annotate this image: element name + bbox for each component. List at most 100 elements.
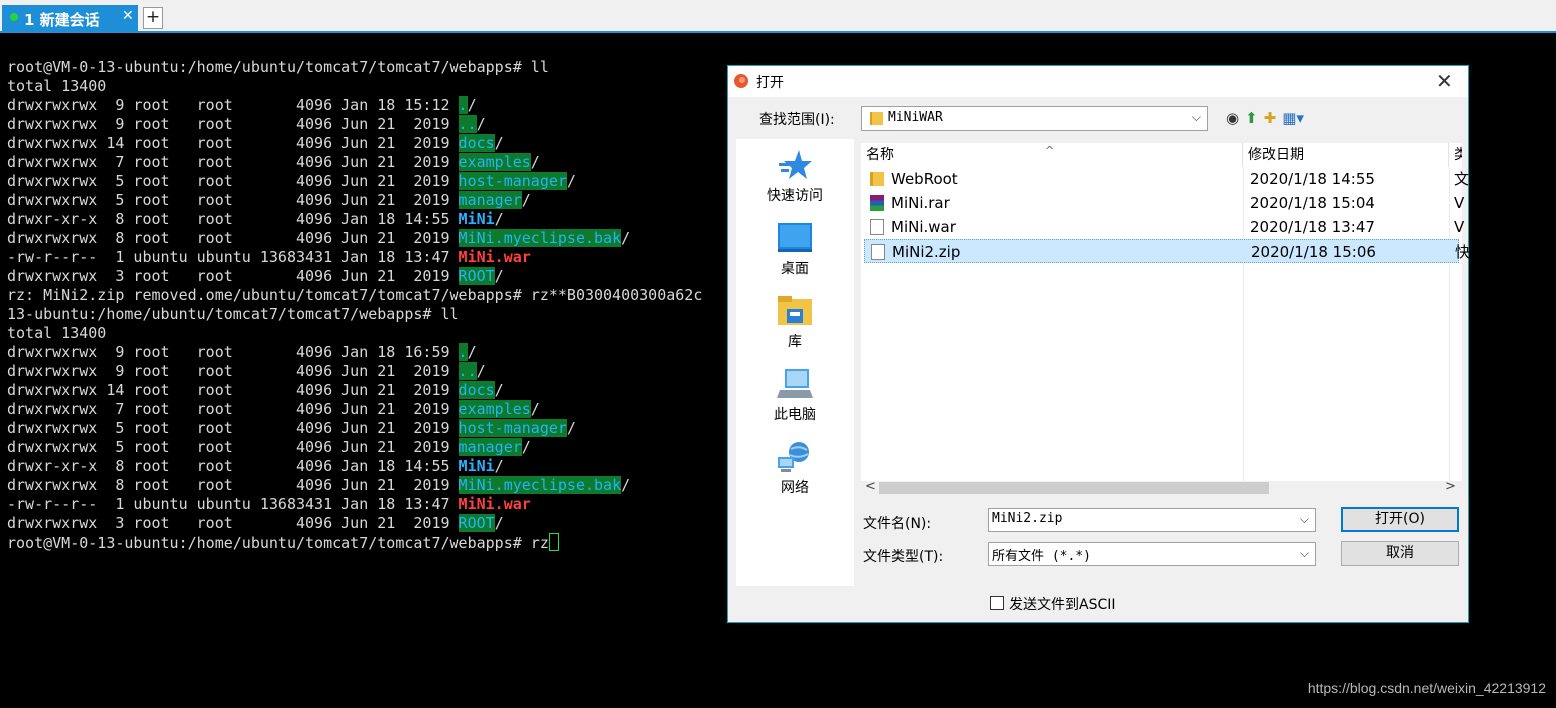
terminal-text: drwxrwxrwx 3 root root 4096 Jun 21 2019 [7,514,459,532]
file-row[interactable]: MiNi2.zip 2020/1/18 15:06 快 [864,239,1470,263]
send-ascii-checkbox[interactable] [990,596,1004,610]
terminal-line: drwxrwxrwx 3 root root 4096 Jun 21 2019 … [7,514,702,533]
dialog-titlebar[interactable]: 打开 ✕ [728,66,1468,97]
terminal-line: drwxrwxrwx 9 root root 4096 Jan 18 16:59… [7,343,702,362]
desktop-icon [777,222,813,254]
terminal-line: -rw-r--r-- 1 ubuntu ubuntu 13683431 Jan … [7,248,702,267]
file-type: V [1454,194,1465,212]
tab-close-icon[interactable]: ✕ [122,8,134,24]
folder-icon [870,112,883,125]
terminal-line: drwxrwxrwx 3 root root 4096 Jun 21 2019 … [7,267,702,286]
column-header-name[interactable]: 名称 ^ [861,143,1243,167]
places-bar: 快速访问 桌面 库 此电脑 网络 [736,139,854,586]
file-name: MiNi.rar [891,194,950,212]
terminal-filename: .. [458,362,477,380]
back-icon[interactable]: ◉ [1226,109,1239,127]
terminal-text: drwxrwxrwx 5 root root 4096 Jun 21 2019 [7,419,459,437]
terminal-text: rz: MiNi2.zip removed.ome/ubuntu/tomcat7… [7,286,703,304]
column-header-type[interactable]: 类 [1449,143,1462,167]
place-library[interactable]: 库 [736,295,854,351]
open-file-dialog: 打开 ✕ 查找范围(I): MiNiWAR ⌵ ◉ ⬆ ✚ ▦▾ 快速访问 桌面 库 [727,65,1470,623]
terminal-text: total 13400 [7,77,107,95]
terminal-text: drwxrwxrwx 9 root root 4096 Jan 18 15:12 [7,96,459,114]
new-tab-button[interactable]: + [143,7,163,29]
place-this-pc[interactable]: 此电脑 [736,368,854,424]
up-folder-icon[interactable]: ⬆ [1245,109,1258,127]
terminal-line: total 13400 [7,77,702,96]
terminal-filename: MiNi.war [458,495,531,513]
place-desktop[interactable]: 桌面 [736,222,854,278]
terminal-line: drwxr-xr-x 8 root root 4096 Jan 18 14:55… [7,457,702,476]
computer-icon [777,368,813,400]
terminal-filename: . [458,96,468,114]
terminal-filename: MiNi.myeclipse.bak [458,476,622,494]
terminal-text: root@VM-0-13-ubuntu:/home/ubuntu/tomcat7… [7,58,549,76]
place-quick-access[interactable]: 快速访问 [736,149,854,205]
session-tab-bar: 1 新建会话 ✕ + [0,0,1556,33]
terminal-text: drwxrwxrwx 3 root root 4096 Jun 21 2019 [7,267,459,285]
horizontal-scrollbar[interactable]: < > [861,479,1462,495]
terminal-filename: ROOT [458,267,495,285]
cancel-button[interactable]: 取消 [1341,541,1459,566]
file-row[interactable]: WebRoot 2020/1/18 14:55 文 [864,167,1469,191]
terminal-text: / [566,419,576,437]
terminal-text: drwxrwxrwx 9 root root 4096 Jun 21 2019 [7,362,459,380]
terminal-text: total 13400 [7,324,107,342]
file-row[interactable]: MiNi.war 2020/1/18 13:47 V [864,215,1464,239]
file-name: WebRoot [891,170,958,188]
terminal-filename: docs [458,381,495,399]
place-network[interactable]: 网络 [736,441,854,497]
look-in-combo[interactable]: MiNiWAR ⌵ [861,106,1208,131]
filename-field[interactable]: MiNi2.zip ⌵ [988,508,1316,532]
terminal-text: drwxr-xr-x 8 root root 4096 Jan 18 14:55 [7,457,459,475]
new-folder-icon[interactable]: ✚ [1264,109,1277,127]
chevron-down-icon[interactable]: ⌵ [1300,512,1309,527]
terminal-line: drwxrwxrwx 5 root root 4096 Jun 21 2019 … [7,191,702,210]
terminal-text: / [621,476,631,494]
scrollbar-thumb[interactable] [879,482,1269,494]
terminal-line: root@VM-0-13-ubuntu:/home/ubuntu/tomcat7… [7,58,702,77]
chevron-down-icon: ⌵ [1191,110,1201,124]
terminal-line: drwxrwxrwx 9 root root 4096 Jun 21 2019 … [7,362,702,381]
terminal-text: / [476,115,486,133]
terminal-text: drwxrwxrwx 7 root root 4096 Jun 21 2019 [7,400,459,418]
filetype-label: 文件类型(T): [863,549,944,565]
star-icon [777,149,813,181]
tab-new-session[interactable]: 1 新建会话 ✕ [2,5,138,33]
file-date: 2020/1/18 15:06 [1251,243,1376,261]
terminal-filename: examples [458,153,531,171]
terminal-line: root@VM-0-13-ubuntu:/home/ubuntu/tomcat7… [7,533,702,552]
terminal-text: / [494,381,504,399]
place-label: 快速访问 [767,188,823,204]
terminal-text: drwxrwxrwx 7 root root 4096 Jun 21 2019 [7,153,459,171]
column-header-label: 名称 [866,147,894,163]
terminal-text: drwxrwxrwx 9 root root 4096 Jun 21 2019 [7,115,459,133]
filetype-select[interactable]: 所有文件 (*.*) ⌵ [988,542,1316,566]
terminal-text: -rw-r--r-- 1 ubuntu ubuntu 13683431 Jan … [7,495,459,513]
terminal-line: drwxrwxrwx 5 root root 4096 Jun 21 2019 … [7,419,702,438]
terminal-line: drwxrwxrwx 14 root root 4096 Jun 21 2019… [7,381,702,400]
terminal-text: / [494,514,504,532]
dialog-close-icon[interactable]: ✕ [1436,69,1453,93]
terminal-line: drwxrwxrwx 9 root root 4096 Jan 18 15:12… [7,96,702,115]
place-label: 桌面 [781,261,809,277]
terminal-output[interactable]: root@VM-0-13-ubuntu:/home/ubuntu/tomcat7… [7,58,702,552]
terminal-filename: .. [458,115,477,133]
file-row[interactable]: MiNi.rar 2020/1/18 15:04 V [864,191,1464,215]
terminal-text: / [530,400,540,418]
column-header-date[interactable]: 修改日期 [1243,143,1449,167]
terminal-text: drwxr-xr-x 8 root root 4096 Jan 18 14:55 [7,210,459,228]
terminal-line: -rw-r--r-- 1 ubuntu ubuntu 13683431 Jan … [7,495,702,514]
open-button[interactable]: 打开(O) [1341,507,1459,532]
scroll-right-icon[interactable]: > [1445,479,1456,494]
view-menu-icon[interactable]: ▦▾ [1282,109,1304,127]
folder-icon [870,172,884,186]
terminal-text: -rw-r--r-- 1 ubuntu ubuntu 13683431 Jan … [7,248,459,266]
terminal-filename: host-manager [458,172,567,190]
file-date: 2020/1/18 15:04 [1250,194,1375,212]
terminal-text: / [467,343,477,361]
scroll-left-icon[interactable]: < [865,479,876,494]
filetype-value: 所有文件 (*.*) [992,549,1091,564]
filename-value: MiNi2.zip [992,511,1063,526]
send-ascii-label: 发送文件到ASCII [1009,597,1116,613]
